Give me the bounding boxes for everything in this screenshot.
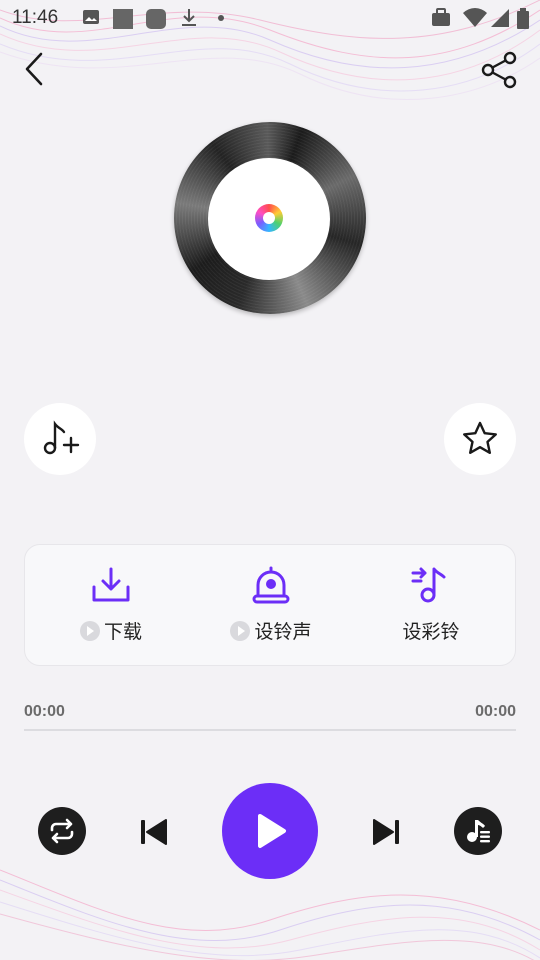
alarm-bell-icon xyxy=(252,566,290,604)
status-bar: 11:46 xyxy=(0,0,540,36)
star-icon xyxy=(463,421,497,454)
music-note-arrow-icon xyxy=(411,567,446,603)
disc-center-label xyxy=(208,158,330,280)
repeat-button[interactable] xyxy=(38,807,86,855)
rounded-square-icon xyxy=(146,9,166,29)
playlist-button[interactable] xyxy=(454,807,502,855)
briefcase-icon xyxy=(432,8,450,26)
next-button[interactable] xyxy=(368,814,404,850)
image-icon xyxy=(83,10,99,24)
music-note-plus-icon xyxy=(43,420,80,455)
previous-button[interactable] xyxy=(136,814,172,850)
play-icon xyxy=(258,814,286,848)
previous-icon xyxy=(141,819,167,845)
progress-bar[interactable] xyxy=(24,729,516,731)
download-action[interactable]: 下载 xyxy=(31,545,191,667)
preview-play-icon xyxy=(230,620,251,641)
status-time: 11:46 xyxy=(12,7,59,28)
repeat-icon xyxy=(50,818,74,844)
dot-icon xyxy=(218,15,224,21)
play-button[interactable] xyxy=(222,783,318,879)
set-color-ringback-label: 设彩铃 xyxy=(402,621,460,643)
favorite-button[interactable] xyxy=(444,403,516,475)
app-logo-icon xyxy=(255,204,283,232)
share-button[interactable] xyxy=(479,50,519,90)
download-icon xyxy=(182,9,196,26)
download-tray-icon xyxy=(92,567,130,602)
next-icon xyxy=(373,819,399,845)
total-time: 00:00 xyxy=(475,703,516,720)
preview-play-icon xyxy=(79,620,100,641)
chevron-left-icon xyxy=(25,52,43,86)
download-label: 下载 xyxy=(103,621,142,643)
square-icon xyxy=(113,9,133,29)
back-button[interactable] xyxy=(18,50,54,88)
battery-icon xyxy=(517,8,529,29)
add-to-playlist-button[interactable] xyxy=(24,403,96,475)
set-ringtone-action[interactable]: 设铃声 xyxy=(191,545,351,667)
playlist-icon xyxy=(467,820,490,843)
set-color-ringback-action[interactable]: 设彩铃 xyxy=(351,545,511,667)
current-time: 00:00 xyxy=(24,703,65,720)
wifi-icon xyxy=(463,8,487,27)
signal-icon xyxy=(491,9,509,27)
set-ringtone-label: 设铃声 xyxy=(254,621,312,643)
share-icon xyxy=(481,51,517,89)
album-disc xyxy=(174,122,366,314)
action-card: 下载 设铃声 设彩铃 xyxy=(24,544,516,666)
